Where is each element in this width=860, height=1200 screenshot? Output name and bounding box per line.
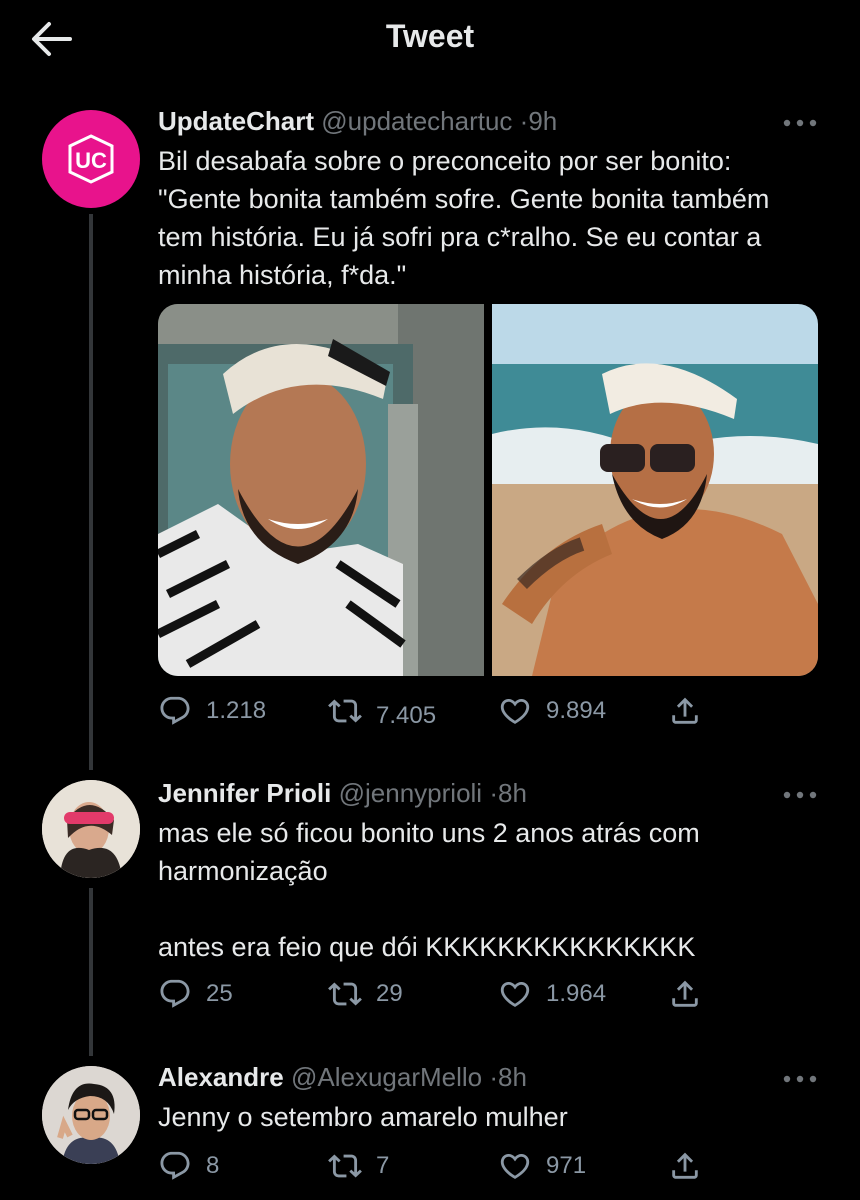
tweet-text: Jenny o setembro amarelo mulher [158, 1102, 568, 1132]
more-icon[interactable] [782, 788, 818, 802]
retweet-count: 7 [376, 1152, 390, 1179]
reply-button[interactable]: 25 [158, 974, 233, 1014]
avatar-photo [42, 1066, 140, 1164]
like-icon [498, 694, 532, 728]
share-icon [668, 694, 702, 728]
separator: · [489, 778, 498, 808]
beach-image [492, 304, 818, 676]
thread-line [89, 888, 93, 1056]
updatechart-logo: UC [68, 134, 114, 184]
avatar[interactable] [42, 780, 140, 878]
reply-count: 8 [206, 1152, 220, 1179]
retweet-count: 29 [376, 980, 403, 1007]
media-grid [158, 304, 818, 676]
tweet-actions: 8 7 971 [158, 1146, 718, 1186]
like-count: 9.894 [546, 697, 607, 724]
like-count: 1.964 [546, 980, 607, 1007]
share-icon [668, 1149, 702, 1183]
display-name[interactable]: Jennifer Prioli [158, 778, 331, 808]
reply-count: 1.218 [206, 697, 267, 724]
more-icon[interactable] [782, 1072, 818, 1086]
handle[interactable]: @jennyprioli [339, 778, 482, 808]
timestamp[interactable]: 9h [528, 106, 557, 136]
reply-button[interactable]: 8 [158, 1146, 219, 1186]
share-button[interactable] [668, 974, 702, 1014]
retweet-count: 7.405 [376, 702, 437, 729]
display-name[interactable]: Alexandre [158, 1062, 284, 1092]
separator: · [489, 1062, 499, 1092]
like-icon [498, 1149, 532, 1183]
tweet-text: mas ele só ficou bonito uns 2 anos atrás… [158, 818, 700, 962]
share-button[interactable] [668, 691, 702, 731]
tweet-actions: 25 29 1.964 [158, 974, 718, 1014]
share-icon [668, 977, 702, 1011]
avatar-photo [42, 780, 140, 878]
author-line: Alexandre @AlexugarMello ·8h [158, 1062, 800, 1093]
author-line: UpdateChart @updatechartuc ·9h [158, 106, 800, 137]
avatar[interactable] [42, 1066, 140, 1164]
handle[interactable]: @AlexugarMello [291, 1062, 482, 1092]
reply-count: 25 [206, 980, 233, 1007]
reply-icon [158, 977, 192, 1011]
reply-icon [158, 694, 192, 728]
retweet-icon [328, 977, 362, 1011]
photo-selfie[interactable] [158, 304, 484, 676]
avatar[interactable]: UC [42, 110, 140, 208]
share-button[interactable] [668, 1146, 702, 1186]
like-button[interactable]: 1.964 [498, 974, 606, 1014]
reply-icon [158, 1149, 192, 1183]
retweet-button[interactable]: 29 [328, 974, 403, 1014]
author-line: Jennifer Prioli @jennyprioli ·8h [158, 778, 800, 809]
retweet-button[interactable]: 7.405 [328, 691, 436, 731]
like-icon [498, 977, 532, 1011]
like-count: 971 [546, 1152, 587, 1179]
more-icon[interactable] [782, 116, 818, 130]
reply-button[interactable]: 1.218 [158, 691, 266, 731]
retweet-icon [328, 694, 362, 728]
photo-beach[interactable] [492, 304, 818, 676]
retweet-button[interactable]: 7 [328, 1146, 389, 1186]
selfie-image [158, 304, 484, 676]
tweet-text: Bil desabafa sobre o preconceito por ser… [158, 146, 770, 290]
like-button[interactable]: 971 [498, 1146, 586, 1186]
main-tweet[interactable]: UC UpdateChart @updatechartuc ·9h Bil de… [0, 0, 860, 760]
handle[interactable]: @updatechartuc [321, 106, 512, 136]
display-name[interactable]: UpdateChart [158, 106, 314, 136]
avatar-letters: UC [75, 148, 107, 173]
tweet-actions: 1.218 7.405 9.894 [158, 691, 718, 731]
timestamp[interactable]: 8h [498, 778, 527, 808]
timestamp[interactable]: 8h [498, 1062, 527, 1092]
like-button[interactable]: 9.894 [498, 691, 606, 731]
retweet-icon [328, 1149, 362, 1183]
